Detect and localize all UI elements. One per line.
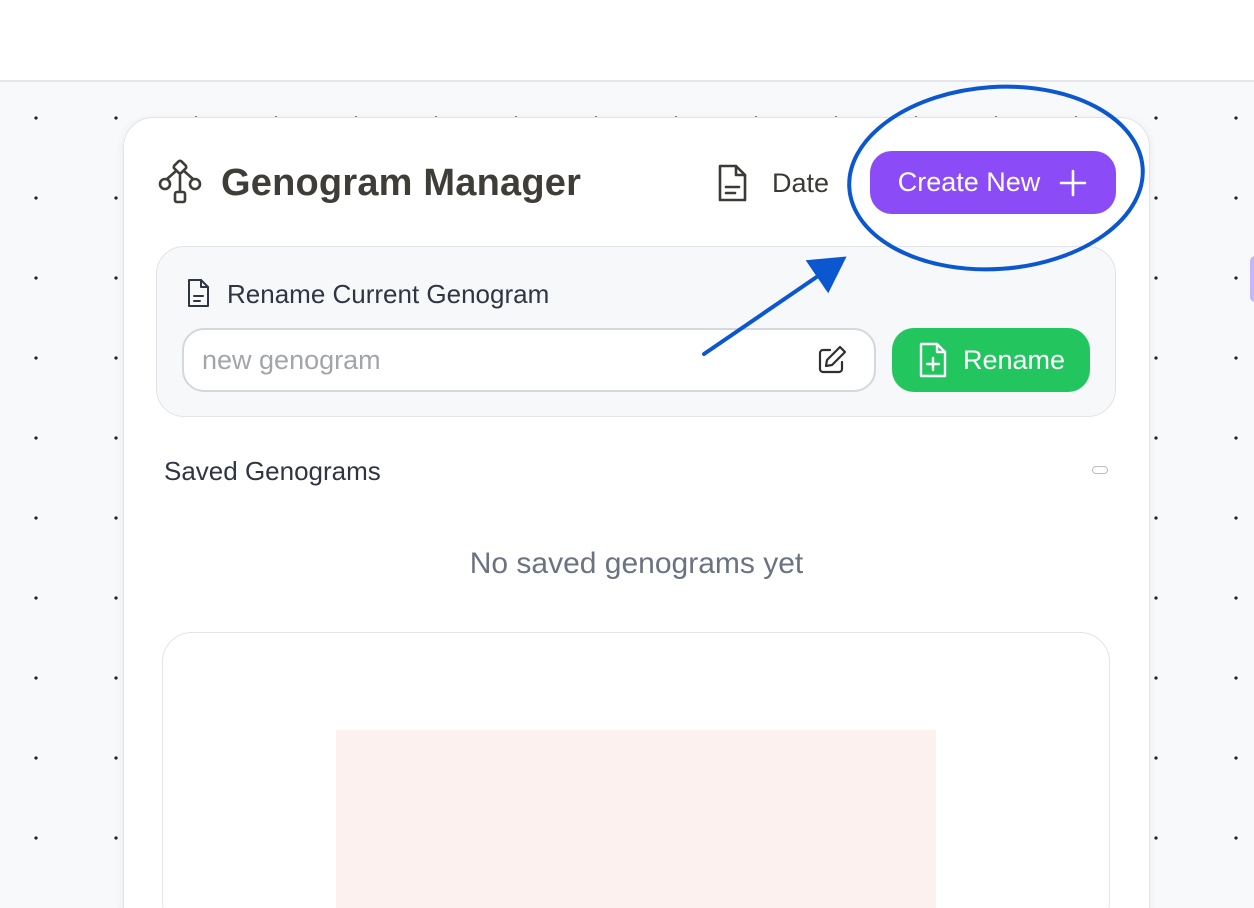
genogram-name-field[interactable] bbox=[182, 328, 876, 392]
genogram-tree-icon bbox=[158, 159, 202, 204]
date-sort-label[interactable]: Date bbox=[772, 166, 829, 200]
plus-icon bbox=[1059, 169, 1087, 196]
minus-icon[interactable] bbox=[1092, 466, 1108, 474]
page-title: Genogram Manager bbox=[221, 162, 582, 204]
genogram-preview-area bbox=[336, 730, 936, 908]
document-icon bbox=[188, 279, 209, 307]
document-icon bbox=[718, 164, 747, 202]
rename-heading: Rename Current Genogram bbox=[227, 279, 550, 309]
file-plus-icon bbox=[919, 342, 947, 378]
top-bar bbox=[0, 0, 1254, 82]
rename-button-label: Rename bbox=[962, 344, 1066, 375]
empty-state-message: No saved genograms yet bbox=[469, 547, 804, 580]
genogram-name-input[interactable] bbox=[202, 330, 802, 390]
create-new-button[interactable]: Create New bbox=[870, 151, 1116, 214]
create-new-label: Create New bbox=[897, 167, 1041, 197]
rename-button[interactable]: Rename bbox=[892, 328, 1090, 392]
saved-genograms-heading: Saved Genograms bbox=[164, 456, 381, 486]
side-panel-tab[interactable] bbox=[1250, 256, 1254, 302]
pencil-edit-icon[interactable] bbox=[816, 344, 848, 376]
